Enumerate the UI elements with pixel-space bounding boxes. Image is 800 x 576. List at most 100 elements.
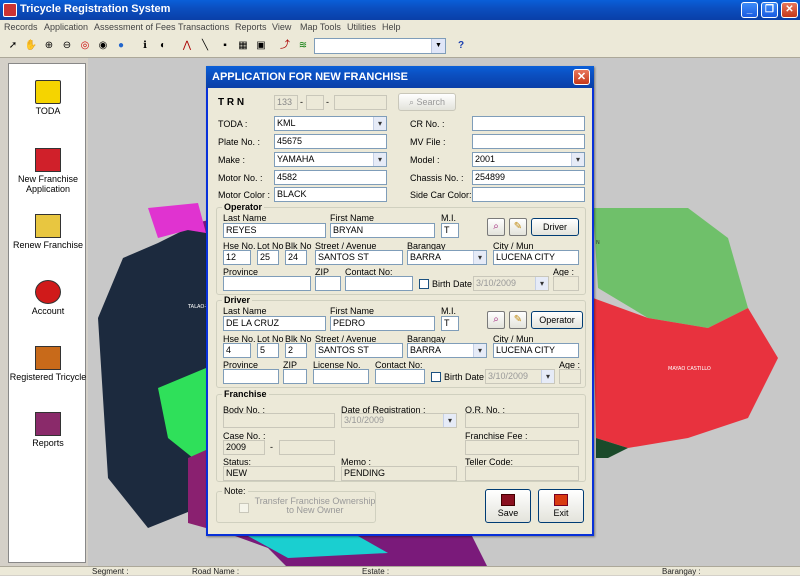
dr-province-field[interactable] xyxy=(223,369,279,384)
op-blk-field[interactable]: 24 xyxy=(285,250,307,265)
note-group: Note: Transfer Franchise Ownership to Ne… xyxy=(216,486,376,523)
transfer-ownership-label: Transfer Franchise Ownership to New Owne… xyxy=(254,496,376,515)
op-first-label: First Name xyxy=(330,213,375,223)
menu-help[interactable]: Help xyxy=(382,22,401,32)
select-feature-icon[interactable]: ▪ xyxy=(218,39,232,53)
op-lot-field[interactable]: 25 xyxy=(257,250,279,265)
save-button[interactable]: Save xyxy=(485,489,531,523)
sidecar-color-field[interactable] xyxy=(472,187,585,202)
op-brgy-select[interactable]: BARRA xyxy=(407,250,487,265)
sidebar-item-renew-franchise[interactable]: Renew Franchise xyxy=(9,214,87,250)
save-disk-icon xyxy=(501,494,515,506)
make-select[interactable]: YAMAHA xyxy=(274,152,387,167)
menu-view[interactable]: View xyxy=(272,22,291,32)
dr-lot-field[interactable]: 5 xyxy=(257,343,279,358)
menu-map-tools[interactable]: Map Tools xyxy=(300,22,341,32)
op-contact-field[interactable] xyxy=(345,276,413,291)
op-zip-field[interactable] xyxy=(315,276,341,291)
dr-mi-field[interactable]: T xyxy=(441,316,459,331)
dr-blk-field[interactable]: 2 xyxy=(285,343,307,358)
maximize-button[interactable]: ❐ xyxy=(761,2,778,18)
close-button[interactable]: ✕ xyxy=(781,2,798,18)
menu-transactions[interactable]: Transactions xyxy=(178,22,229,32)
toda-label: TODA : xyxy=(218,119,248,129)
dr-first-field[interactable]: PEDRO xyxy=(330,316,435,331)
status-field: NEW xyxy=(223,466,335,481)
zoom-in-icon[interactable]: ⊕ xyxy=(42,39,56,53)
globe-icon[interactable]: ● xyxy=(114,39,128,53)
dr-license-field[interactable] xyxy=(313,369,369,384)
dr-search-icon[interactable]: ⌕ xyxy=(487,311,505,329)
app-title: Tricycle Registration System xyxy=(20,3,171,15)
dr-zip-field[interactable] xyxy=(283,369,307,384)
op-city-field[interactable]: LUCENA CITY xyxy=(493,250,579,265)
dr-last-field[interactable]: DE LA CRUZ xyxy=(223,316,326,331)
map-label: N xyxy=(596,240,600,246)
dr-hse-field[interactable]: 4 xyxy=(223,343,251,358)
operator-button[interactable]: Operator xyxy=(531,311,583,329)
op-province-field[interactable] xyxy=(223,276,311,291)
sidebar-item-reports[interactable]: Reports xyxy=(9,412,87,448)
motor-field[interactable]: 4582 xyxy=(274,170,387,185)
menu-utilities[interactable]: Utilities xyxy=(347,22,376,32)
info-icon[interactable]: ℹ xyxy=(138,39,152,53)
export-icon[interactable]: ⤴ xyxy=(278,39,292,53)
op-birthdate-checkbox[interactable] xyxy=(419,279,429,289)
driver-button[interactable]: Driver xyxy=(531,218,579,236)
pan-hand-icon[interactable]: ✋ xyxy=(24,39,38,53)
dr-contact-field[interactable] xyxy=(375,369,425,384)
sidebar-item-new-franchise[interactable]: New Franchise Application xyxy=(9,148,87,194)
cr-field[interactable] xyxy=(472,116,585,131)
sidebar-item-account[interactable]: Account xyxy=(9,280,87,316)
franchise-group-title: Franchise xyxy=(222,389,269,399)
dr-birthdate-checkbox[interactable] xyxy=(431,372,441,382)
sidebar-item-registered-tricycle[interactable]: Registered Tricycle xyxy=(9,346,87,382)
dr-street-field[interactable]: SANTOS ST xyxy=(315,343,403,358)
op-street-field[interactable]: SANTOS ST xyxy=(315,250,403,265)
toolbar-combo[interactable]: ▼ xyxy=(314,38,446,54)
menu-bar: Records Application Assessment of Fees T… xyxy=(0,20,800,36)
op-search-icon[interactable]: ⌕ xyxy=(487,218,505,236)
toda-select[interactable]: KML xyxy=(274,116,387,131)
transfer-ownership-checkbox xyxy=(239,503,249,513)
layers-icon[interactable]: ◐ xyxy=(156,39,170,53)
model-select[interactable]: 2001 xyxy=(472,152,585,167)
sidecar-color-label: Side Car Color: xyxy=(410,190,472,200)
sidebar-item-toda[interactable]: TODA xyxy=(9,80,87,116)
menu-records[interactable]: Records xyxy=(4,22,38,32)
table-icon[interactable]: ▦ xyxy=(236,39,250,53)
op-hse-field[interactable]: 12 xyxy=(223,250,251,265)
chassis-field[interactable]: 254899 xyxy=(472,170,585,185)
mv-file-field[interactable] xyxy=(472,134,585,149)
stack-layers-icon[interactable]: ≋ xyxy=(296,39,310,53)
dr-brgy-select[interactable]: BARRA xyxy=(407,343,487,358)
pointer-icon[interactable]: ➚ xyxy=(6,39,20,53)
trn-search-button: ⌕ Search xyxy=(398,93,456,111)
plate-field[interactable]: 45675 xyxy=(274,134,387,149)
op-clear-brush-icon[interactable]: ✎ xyxy=(509,218,527,236)
dr-clear-brush-icon[interactable]: ✎ xyxy=(509,311,527,329)
or-no-field xyxy=(465,413,579,428)
menu-assessment-of-fees[interactable]: Assessment of Fees xyxy=(94,22,176,32)
line-icon[interactable]: ╲ xyxy=(198,39,212,53)
op-last-field[interactable]: REYES xyxy=(223,223,326,238)
motor-color-field[interactable]: BLACK xyxy=(274,187,387,202)
op-mi-field[interactable]: T xyxy=(441,223,459,238)
case-year-field: 2009 xyxy=(223,440,265,455)
zoom-out-icon[interactable]: ⊖ xyxy=(60,39,74,53)
help-icon[interactable]: ? xyxy=(454,39,468,53)
full-extent-icon[interactable]: ◉ xyxy=(96,39,110,53)
zoom-target-icon[interactable]: ◎ xyxy=(78,39,92,53)
find-icon[interactable]: ▣ xyxy=(254,39,268,53)
minimize-button[interactable]: _ xyxy=(741,2,758,18)
op-first-field[interactable]: BRYAN xyxy=(330,223,435,238)
dr-birthdate-picker: 3/10/2009 xyxy=(485,369,555,384)
dialog-close-button[interactable]: ✕ xyxy=(573,69,590,85)
menu-application[interactable]: Application xyxy=(44,22,88,32)
dr-city-field[interactable]: LUCENA CITY xyxy=(493,343,579,358)
case-separator: - xyxy=(270,442,273,452)
exit-button[interactable]: Exit xyxy=(538,489,584,523)
dialog-title-bar: APPLICATION FOR NEW FRANCHISE ✕ xyxy=(206,66,594,88)
menu-reports[interactable]: Reports xyxy=(235,22,267,32)
measure-icon[interactable]: ⋀ xyxy=(180,39,194,53)
